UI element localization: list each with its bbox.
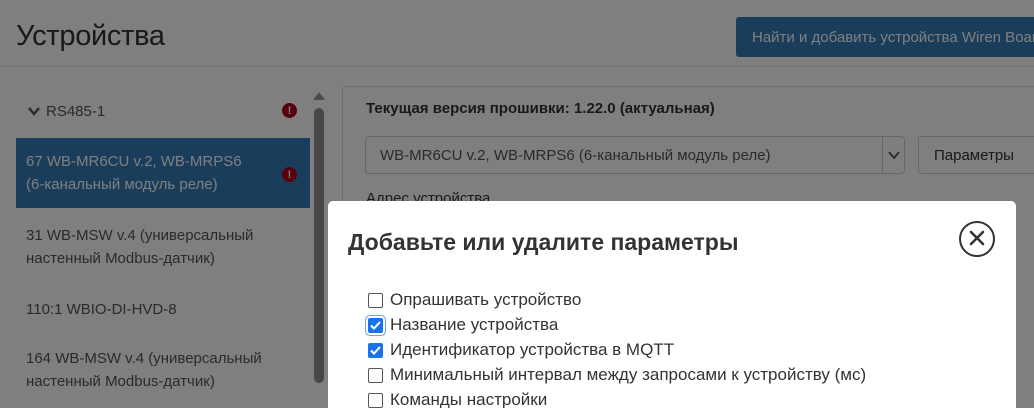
option-label: Опрашивать устройство	[390, 290, 582, 309]
option-label: Команды настройки	[390, 390, 548, 408]
modal-title: Добавьте или удалите параметры	[348, 229, 739, 255]
checkbox[interactable]	[368, 292, 383, 308]
option-label: Название устройства	[390, 315, 559, 334]
option-label: Идентификатор устройства в MQTT	[390, 340, 675, 359]
option-poll-device[interactable]: Опрашивать устройство	[368, 289, 581, 311]
checkbox[interactable]	[368, 317, 383, 333]
option-mqtt-id[interactable]: Идентификатор устройства в MQTT	[368, 339, 674, 361]
option-device-name[interactable]: Название устройства	[368, 314, 558, 336]
close-button[interactable]	[959, 221, 995, 257]
checkbox[interactable]	[368, 392, 383, 408]
option-setup-commands[interactable]: Команды настройки	[368, 389, 547, 408]
check-icon	[370, 320, 381, 330]
checkbox[interactable]	[368, 367, 383, 383]
option-min-request-interval[interactable]: Минимальный интервал между запросами к у…	[368, 364, 866, 386]
parameters-modal: Добавьте или удалите параметры Опрашиват…	[328, 201, 1016, 408]
checkbox[interactable]	[368, 342, 383, 358]
check-icon	[370, 345, 381, 355]
close-circle-icon	[969, 230, 985, 249]
option-label: Минимальный интервал между запросами к у…	[390, 365, 867, 384]
